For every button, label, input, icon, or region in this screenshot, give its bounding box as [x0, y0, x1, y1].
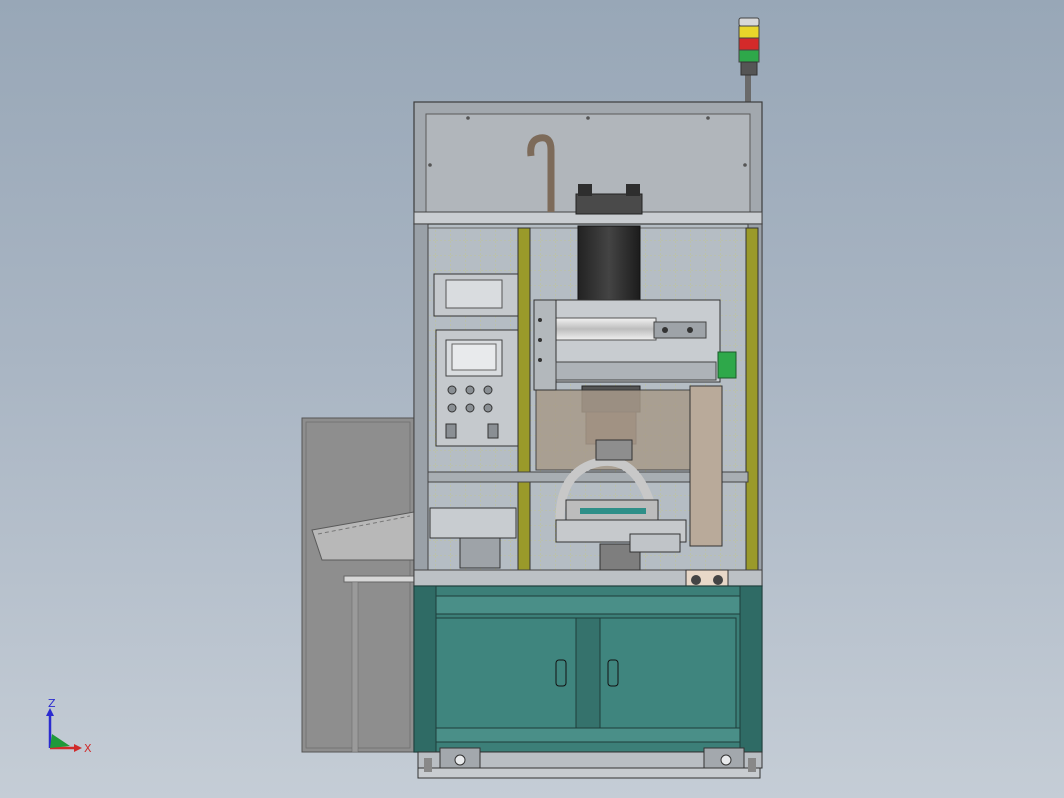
z-axis-label: Z: [48, 698, 56, 710]
y-axis-icon: [50, 734, 70, 748]
base-cabinet: [413, 585, 763, 753]
x-axis-label: X: [84, 742, 92, 755]
tower-light: [738, 17, 760, 103]
side-feeder-box: [301, 417, 417, 753]
cad-viewport[interactable]: Z X: [0, 0, 1064, 798]
axis-triad[interactable]: Z X: [38, 698, 98, 758]
base-feet: [417, 747, 763, 779]
assembly-model[interactable]: [0, 0, 1064, 798]
control-panel[interactable]: [433, 273, 519, 447]
x-arrow-icon: [74, 744, 82, 752]
slide-module: [533, 299, 737, 391]
